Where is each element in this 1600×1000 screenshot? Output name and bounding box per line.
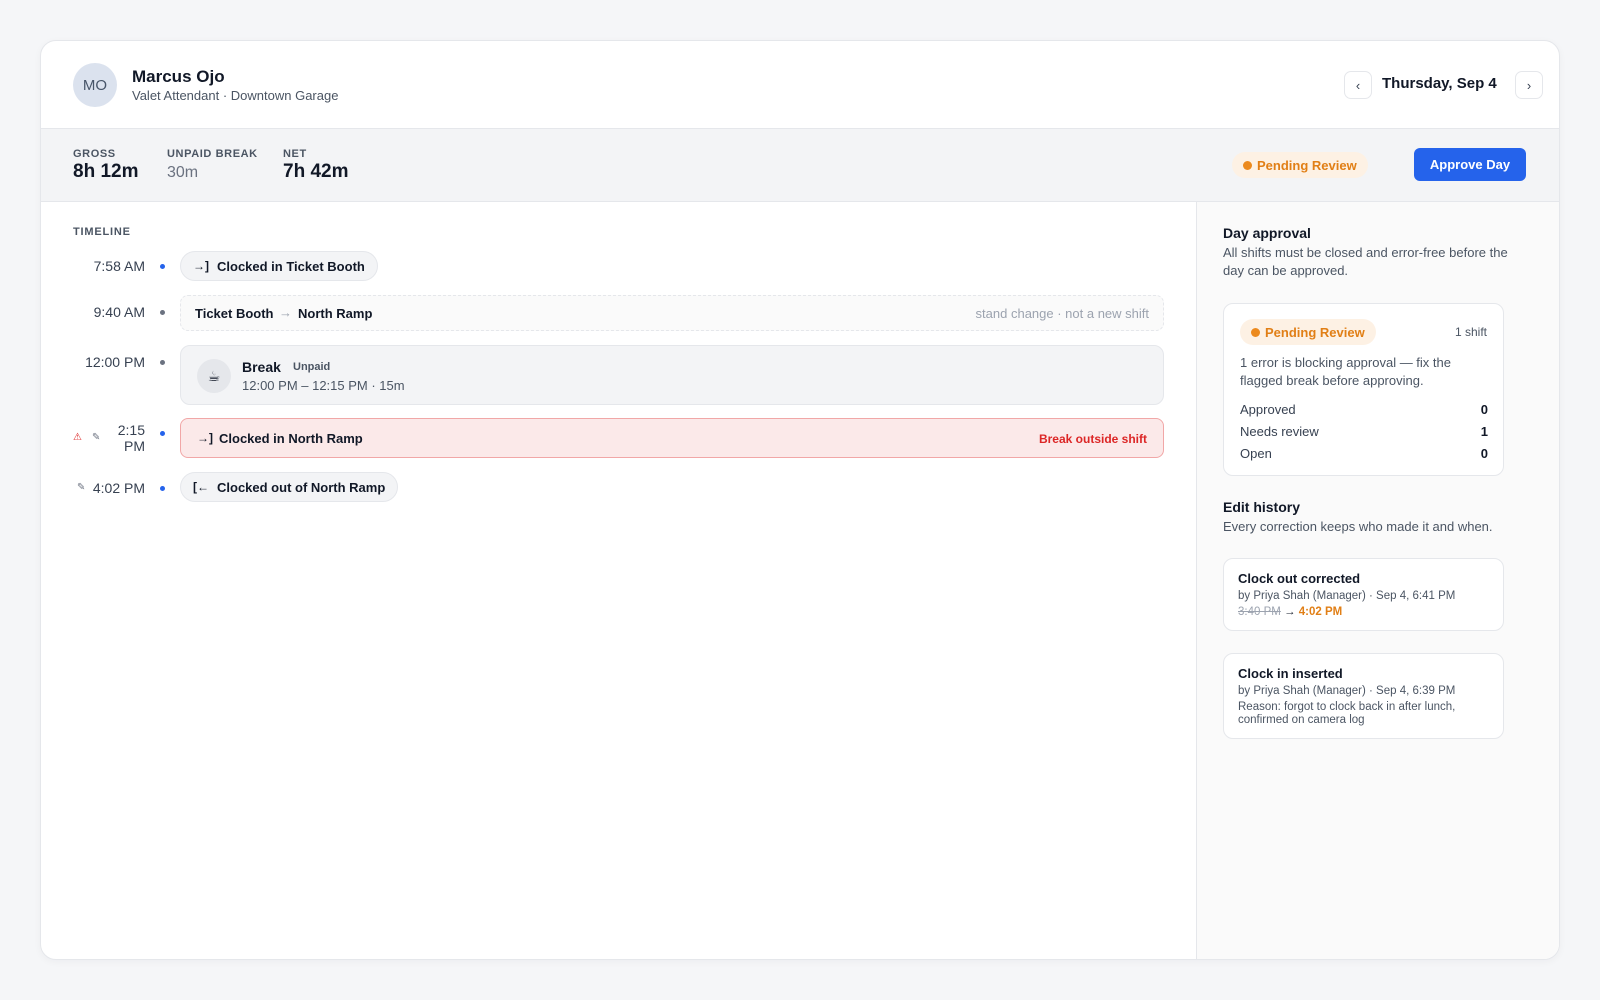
break-title: Break: [242, 359, 281, 375]
edited-pencil-icon: ✎: [92, 432, 101, 443]
timeline-row-break: 12:00 PM ☕ Break Unpaid 12:00 PM – 12:15…: [41, 345, 1201, 405]
day-approval-title: Day approval: [1223, 225, 1311, 241]
timeline-row-clock-out: ✎ 4:02 PM [← Clocked out of North Ramp: [41, 472, 1201, 502]
gross-label: GROSS: [73, 148, 116, 160]
employee-name: Marcus Ojo: [132, 67, 225, 86]
break-time-range: 12:00 PM – 12:15 PM · 15m: [242, 378, 405, 393]
unpaid-break-label: UNPAID BREAK: [167, 148, 258, 160]
count-row-open: Open 0: [1240, 446, 1488, 461]
history-entry-title: Clock out corrected: [1238, 571, 1361, 586]
clock-in-icon: →]: [197, 431, 213, 445]
next-day-button[interactable]: ›: [1515, 71, 1543, 99]
timeline-dot: [160, 264, 165, 269]
shift-count: 1 shift: [1454, 325, 1487, 339]
status-dot-icon: [1251, 327, 1260, 337]
timeline-time: 9:40 AM: [93, 304, 145, 320]
event-label: Clocked out of North Ramp: [217, 479, 386, 495]
timeline-time: 4:02 PM: [92, 480, 145, 496]
timeline-title: TIMELINE: [73, 226, 131, 238]
history-entry[interactable]: Clock in inserted by Priya Shah (Manager…: [1223, 653, 1504, 739]
status-badge: Pending Review: [1240, 319, 1376, 345]
status-badge: Pending Review: [1232, 152, 1368, 178]
employee-role: Valet Attendant · Downtown Garage: [132, 88, 339, 103]
edited-pencil-icon: ✎: [77, 482, 86, 493]
current-date: Thursday, Sep 4: [1382, 75, 1497, 92]
history-entry-author: by Priya Shah (Manager) · Sep 4, 6:39 PM: [1238, 685, 1456, 697]
error-flag: Break outside shift: [1038, 432, 1147, 446]
clock-out-event[interactable]: [← Clocked out of North Ramp: [180, 472, 399, 502]
timeline-time: 7:58 AM: [93, 258, 145, 274]
status-dot-icon: [1243, 160, 1252, 170]
warning-icon: ⚠: [73, 432, 82, 443]
old-value: 3:40 PM: [1238, 606, 1281, 618]
timeline-time: 12:00 PM: [85, 354, 145, 370]
timeline-row-stand-change: 9:40 AM Ticket Booth → North Ramp stand …: [41, 295, 1201, 331]
timesheet-card: MO Marcus Ojo Valet Attendant · Downtown…: [40, 40, 1560, 960]
arrow-right-icon: →: [1284, 606, 1296, 618]
timeline-row-clock-in-north-ramp: ⚠ ✎ 2:15 PM →] Clocked in North Ramp Bre…: [41, 418, 1201, 458]
history-entry-author: by Priya Shah (Manager) · Sep 4, 6:41 PM: [1238, 590, 1456, 602]
chevron-left-icon: ‹: [1355, 77, 1361, 93]
event-label: Clocked in North Ramp: [219, 431, 363, 446]
count-row-approved: Approved 0: [1240, 402, 1488, 417]
gross-value: 8h 12m: [73, 161, 139, 182]
net-label: NET: [283, 148, 307, 160]
employee-header: MO Marcus Ojo Valet Attendant · Downtown…: [41, 41, 1559, 129]
approve-day-button[interactable]: Approve Day: [1414, 148, 1526, 181]
edit-history-title: Edit history: [1223, 499, 1301, 515]
day-approval-description: All shifts must be closed and error-free…: [1223, 245, 1508, 278]
clock-in-icon: →]: [193, 259, 209, 273]
previous-day-button[interactable]: ‹: [1344, 71, 1372, 99]
arrow-right-icon: →: [279, 305, 292, 320]
flagged-clock-in-event[interactable]: →] Clocked in North Ramp Break outside s…: [180, 418, 1164, 458]
timeline-time: 2:15 PM: [117, 422, 145, 454]
edit-history-description: Every correction keeps who made it and w…: [1223, 519, 1493, 534]
unpaid-break-value: 30m: [167, 164, 199, 181]
break-type-tag: Unpaid: [293, 361, 331, 373]
chevron-right-icon: ›: [1526, 77, 1532, 93]
stand-change-note: stand change · not a new shift: [975, 306, 1149, 321]
new-value: 4:02 PM: [1298, 606, 1343, 618]
stand-change-event[interactable]: Ticket Booth → North Ramp stand change ·…: [180, 295, 1164, 331]
stand-from: Ticket Booth: [195, 306, 274, 321]
side-panel: Day approval All shifts must be closed a…: [1196, 202, 1559, 959]
count-row-needs-review: Needs review 1: [1240, 424, 1488, 439]
stand-to: North Ramp: [298, 306, 373, 321]
timeline-dot: [160, 360, 165, 365]
approval-status-card: Pending Review 1 shift 1 error is blocki…: [1223, 303, 1504, 476]
clock-in-event[interactable]: →] Clocked in Ticket Booth: [180, 251, 378, 281]
history-entry-reason: Reason: forgot to clock back in after lu…: [1238, 701, 1456, 726]
hours-summary: GROSS 8h 12m UNPAID BREAK 30m NET 7h 42m…: [41, 129, 1559, 202]
event-label: Clocked in Ticket Booth: [217, 258, 365, 274]
clock-out-icon: [←: [193, 480, 209, 494]
avatar: MO: [73, 63, 117, 107]
timeline-dot: [160, 310, 165, 315]
history-entry[interactable]: Clock out corrected by Priya Shah (Manag…: [1223, 558, 1504, 631]
history-entry-title: Clock in inserted: [1238, 666, 1343, 681]
blocking-message: 1 error is blocking approval — fix the f…: [1240, 355, 1451, 388]
status-badge-label: Pending Review: [1257, 157, 1357, 173]
status-badge-label: Pending Review: [1265, 324, 1365, 340]
break-event[interactable]: ☕ Break Unpaid 12:00 PM – 12:15 PM · 15m: [180, 345, 1164, 405]
net-value: 7h 42m: [283, 161, 349, 182]
timeline-dot: [160, 486, 165, 491]
history-entry-change: 3:40 PM → 4:02 PM: [1238, 606, 1342, 618]
timeline-row-clock-in-ticket-booth: 7:58 AM →] Clocked in Ticket Booth: [41, 251, 1201, 281]
coffee-cup-icon: ☕: [197, 359, 231, 393]
timeline-dot: [160, 431, 165, 436]
